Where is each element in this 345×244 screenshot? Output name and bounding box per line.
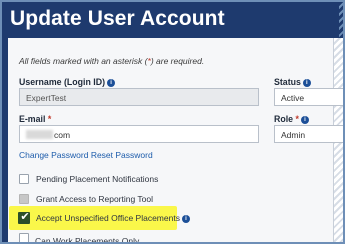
pending-placement-notifications-checkbox[interactable]: [19, 174, 29, 184]
cutoff-checkbox-label: Can Work Placements Only: [35, 236, 140, 244]
email-value-suffix: com: [54, 130, 71, 140]
email-label-text: E-mail: [19, 114, 46, 124]
email-required-mark: *: [47, 114, 52, 124]
window-frame: Update User Account All fields marked wi…: [0, 0, 345, 244]
role-label-text: Role: [274, 114, 294, 124]
change-password-link[interactable]: Change Password Reset Password: [19, 150, 153, 160]
checkbox-label: Pending Placement Notifications: [36, 174, 159, 184]
username-field: ExpertTest: [19, 88, 259, 106]
username-label: Username (Login ID) i: [19, 77, 116, 87]
checkbox-label-text: Accept Unspecified Office Placements: [36, 213, 180, 223]
note-text-prefix: All fields marked with an asterisk (: [19, 56, 148, 66]
checkbox-label: Grant Access to Reporting Tool: [36, 194, 154, 204]
note-text-suffix: ) are required.: [150, 56, 205, 66]
role-required-mark: *: [295, 114, 299, 124]
page-header: Update User Account: [2, 2, 343, 38]
info-icon[interactable]: i: [107, 79, 116, 87]
page-title: Update User Account: [10, 7, 225, 30]
cutoff-checkbox[interactable]: [19, 233, 29, 242]
email-label: E-mail *: [19, 114, 51, 124]
info-icon[interactable]: i: [181, 215, 190, 223]
grant-reporting-access-checkbox[interactable]: [19, 194, 29, 204]
username-label-text: Username (Login ID): [19, 77, 106, 87]
status-label: Status i: [274, 77, 311, 87]
check-icon: ✔: [20, 211, 30, 223]
status-select[interactable]: Active: [274, 88, 343, 106]
role-label: Role * i: [274, 114, 309, 124]
redacted-text: [26, 130, 53, 139]
header-edge-decoration: [339, 2, 343, 38]
info-icon[interactable]: i: [300, 116, 309, 124]
role-select[interactable]: Admin: [274, 125, 343, 143]
email-field[interactable]: com: [19, 125, 259, 143]
accept-unspecified-placements-checkbox[interactable]: ✔: [18, 211, 30, 224]
status-label-text: Status: [274, 77, 301, 87]
required-fields-note: All fields marked with an asterisk (*) a…: [19, 56, 204, 66]
checkbox-label: Accept Unspecified Office Placements i: [36, 213, 190, 224]
info-icon[interactable]: i: [302, 79, 311, 87]
